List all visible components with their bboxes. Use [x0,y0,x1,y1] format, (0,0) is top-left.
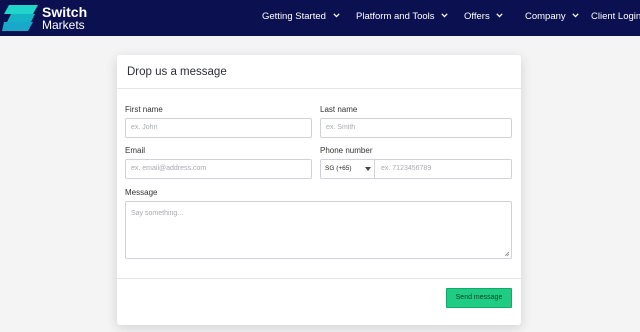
first-name-field[interactable]: ex. John [125,118,312,138]
top-navbar: Switch Markets Getting Started Platform … [0,0,640,36]
last-name-field[interactable]: ex. Smith [320,118,512,138]
resize-grip-icon[interactable] [504,251,510,257]
email-label: Email [125,146,146,155]
chevron-down-icon [496,13,503,18]
message-textarea[interactable]: Say something... [125,201,512,259]
contact-form-card: Drop us a message First name ex. John La… [117,55,521,325]
last-name-label: Last name [320,105,358,114]
caret-down-icon [365,167,371,171]
switch-markets-logo-icon [2,5,38,31]
nav-client-login-label: Client Login [591,11,640,22]
phone-number-field: SG (+65) ex. 7123456789 [320,159,512,179]
message-label: Message [125,188,158,197]
nav-platform-and-tools-label: Platform and Tools [356,11,435,22]
nav-offers-label: Offers [464,11,490,22]
brand-logo[interactable]: Switch Markets [2,4,92,32]
brand-name-line1: Switch [42,4,88,20]
brand-name-line2: Markets [42,18,85,32]
chevron-down-icon [441,13,448,18]
nav-getting-started-label: Getting Started [262,11,326,22]
footer-divider [117,278,521,279]
form-title: Drop us a message [127,66,227,78]
last-name-placeholder: ex. Smith [326,124,356,131]
nav-client-login[interactable]: Client Login [591,11,640,23]
nav-platform-and-tools[interactable]: Platform and Tools [356,11,448,23]
chevron-down-icon [572,13,579,18]
email-placeholder: ex. email@address.com [131,165,207,172]
send-message-button[interactable]: Send message [446,288,512,308]
phone-number-placeholder: ex. 7123456789 [381,165,432,172]
chevron-down-icon [332,13,340,18]
nav-company-label: Company [525,11,566,22]
nav-offers[interactable]: Offers [464,11,503,23]
nav-company[interactable]: Company [525,11,579,23]
country-code-select[interactable]: SG (+65) [321,160,375,178]
country-code-value: SG (+65) [325,165,352,172]
phone-number-label: Phone number [320,146,373,155]
email-field[interactable]: ex. email@address.com [125,159,312,179]
phone-number-input[interactable]: ex. 7123456789 [376,160,511,178]
header-divider [117,88,521,89]
message-placeholder: Say something... [131,210,184,217]
first-name-placeholder: ex. John [131,124,158,131]
nav-getting-started[interactable]: Getting Started [262,11,340,23]
first-name-label: First name [125,105,163,114]
